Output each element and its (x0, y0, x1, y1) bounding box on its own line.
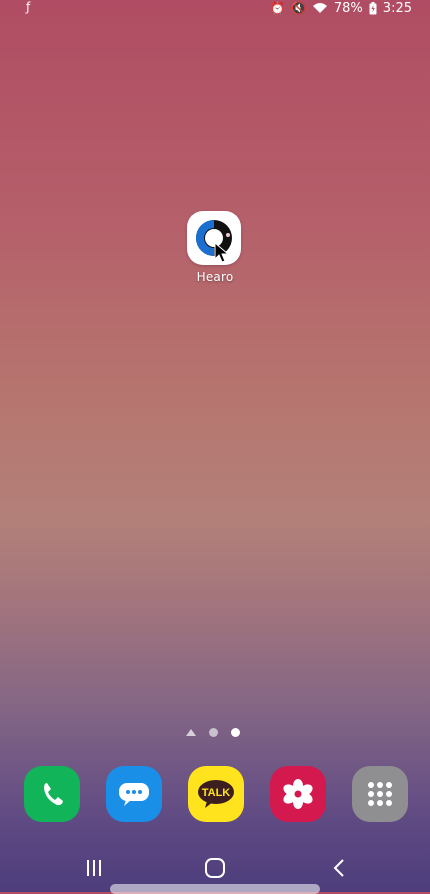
battery-percent: 78% (333, 0, 363, 16)
talk-text: TALK (202, 787, 231, 799)
kakaotalk-app[interactable]: TALK (188, 766, 244, 822)
messages-app[interactable] (106, 766, 162, 822)
app-label: Hearo (196, 270, 234, 284)
chat-bubble-icon (119, 783, 149, 806)
clock-time: 3:25 (382, 0, 412, 16)
notification-f-icon: ƒ (26, 0, 31, 14)
wifi-icon (312, 3, 327, 13)
status-icons: ⏰ 🔇 78% 3:25 (270, 0, 412, 16)
mute-icon: 🔇 (290, 1, 306, 15)
alarm-icon: ⏰ (269, 1, 285, 15)
home-page-indicator-icon[interactable] (186, 729, 196, 736)
mouse-cursor-icon (214, 242, 230, 263)
back-icon (333, 859, 344, 877)
status-bar: ƒ ⏰ 🔇 78% 3:25 (0, 0, 430, 16)
app-drawer[interactable] (352, 766, 408, 822)
recent-apps-icon (87, 860, 101, 876)
page-indicator (186, 728, 240, 737)
gallery-app[interactable] (270, 766, 326, 822)
flower-icon (283, 779, 313, 809)
home-button[interactable] (190, 850, 240, 886)
dock: TALK (24, 766, 408, 822)
home-icon (205, 858, 225, 878)
gesture-bar[interactable] (110, 884, 320, 894)
recent-apps-button[interactable] (69, 850, 119, 886)
page-dot-active[interactable] (231, 728, 240, 737)
phone-app[interactable] (24, 766, 80, 822)
page-dot[interactable] (209, 728, 218, 737)
back-button[interactable] (314, 850, 364, 886)
phone-icon (44, 783, 63, 806)
app-grid-icon (368, 782, 392, 806)
talk-bubble-icon: TALK (198, 780, 234, 808)
battery-charging-icon (369, 1, 377, 14)
